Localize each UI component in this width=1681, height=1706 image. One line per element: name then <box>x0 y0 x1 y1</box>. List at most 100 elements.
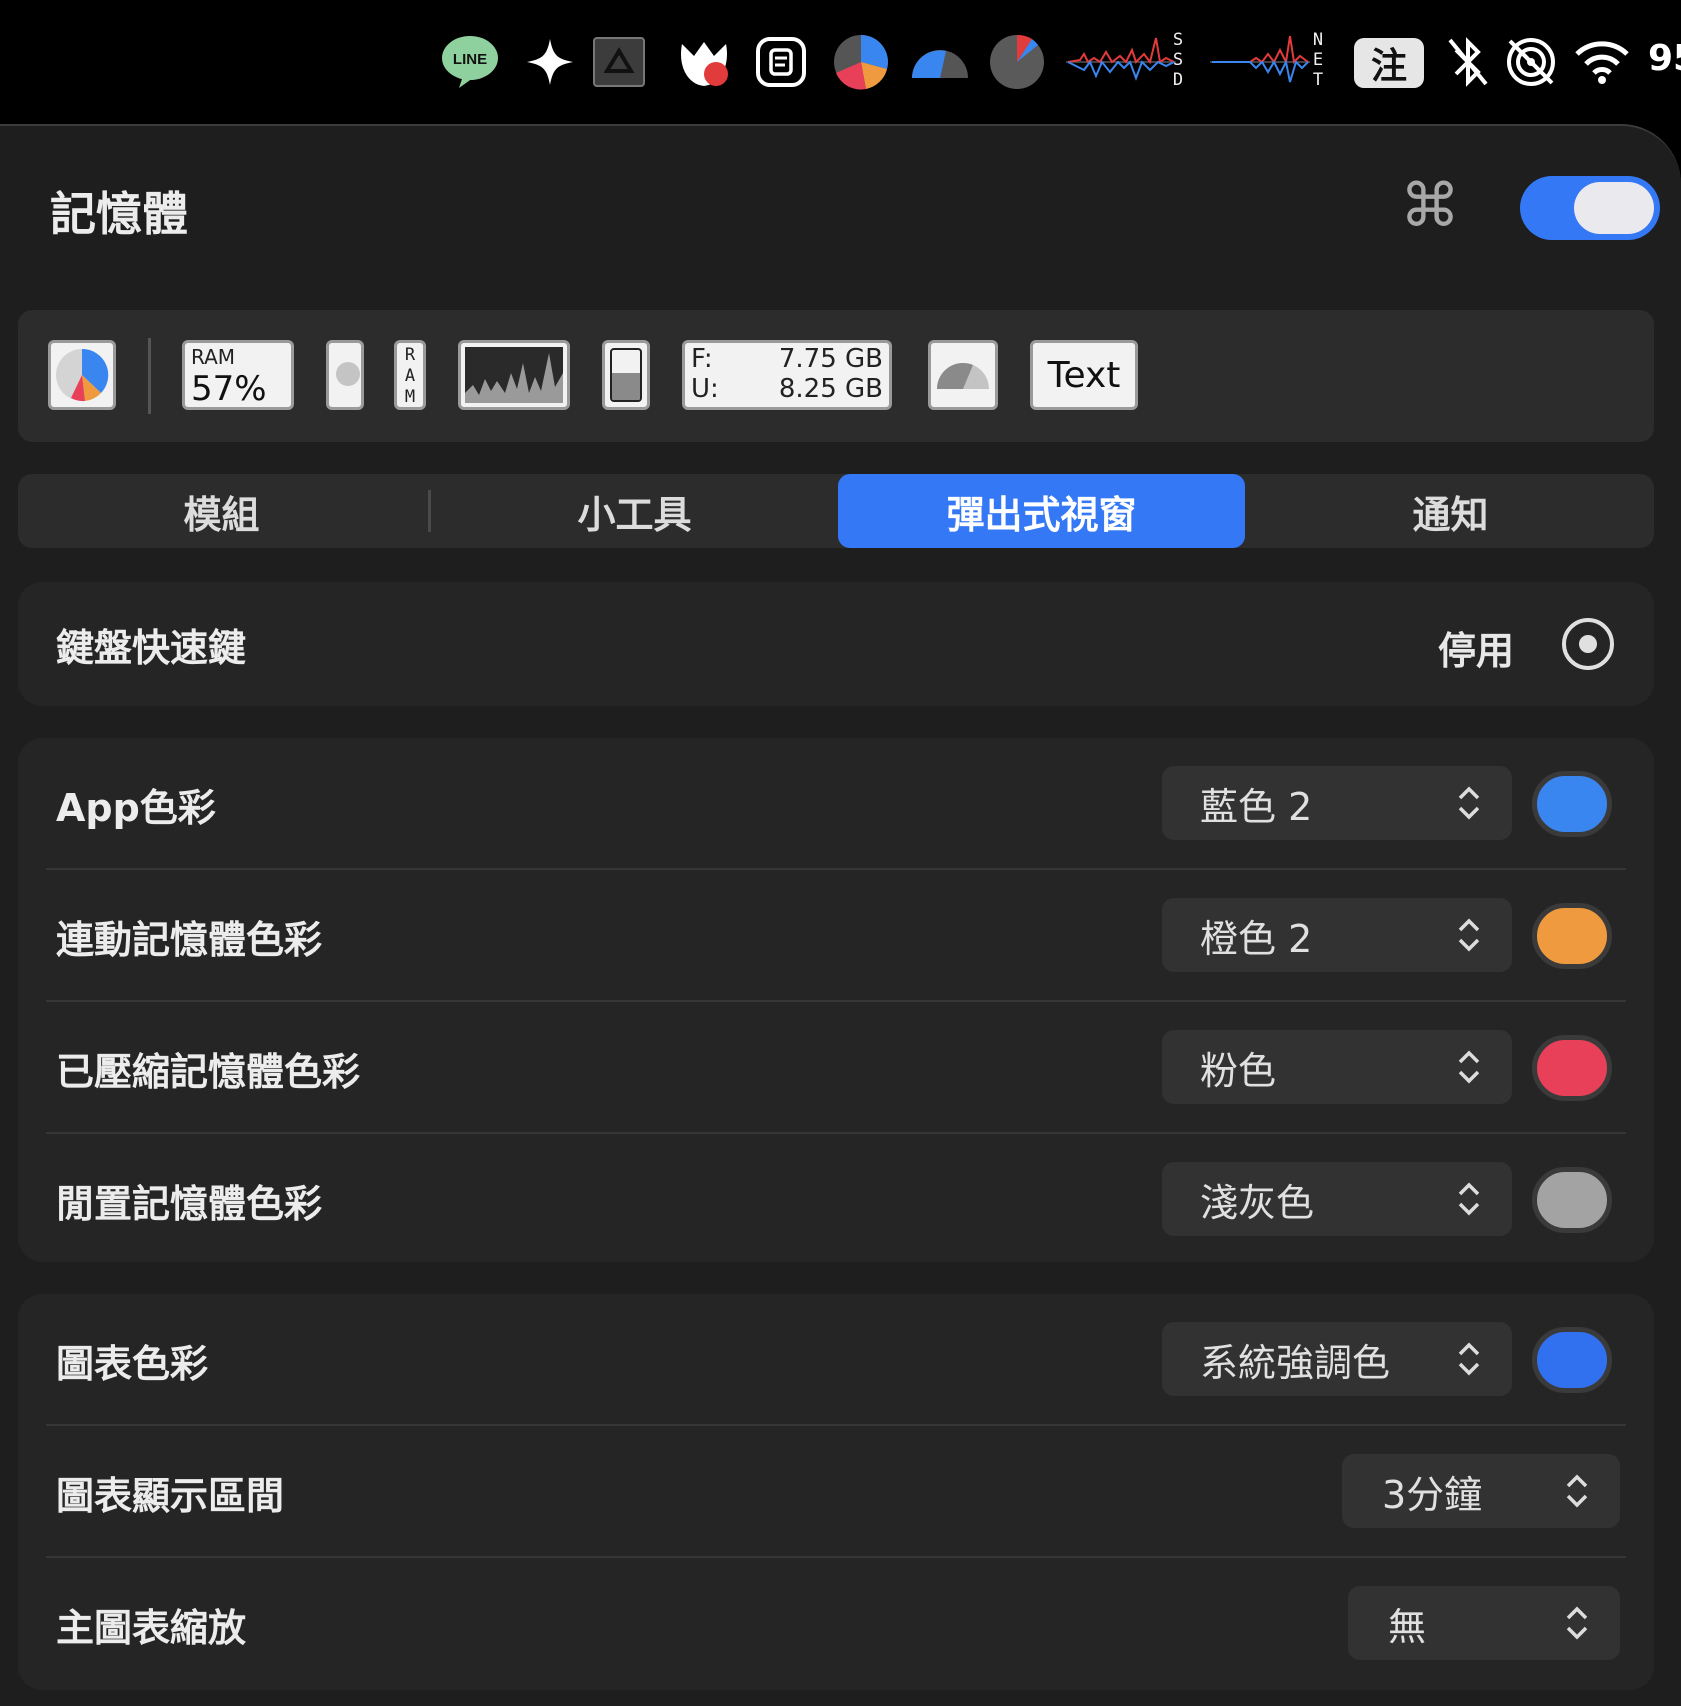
pie-chart-icon[interactable] <box>832 34 890 90</box>
ram-vertical-label: R A M <box>397 345 423 407</box>
compressed-color-label: 已壓縮記憶體色彩 <box>56 1049 361 1094</box>
widget-pie-chart[interactable] <box>48 340 116 410</box>
app-color-value: 藍色 2 <box>1200 784 1313 829</box>
chevron-up-down-icon <box>1458 1050 1480 1084</box>
chart-color-value: 系統強調色 <box>1200 1340 1391 1385</box>
setting-row-app-color: App色彩 藍色 2 <box>18 738 1654 870</box>
free-label: F: <box>691 344 713 374</box>
free-row: F: 7.75 GB <box>691 344 883 374</box>
net-letter: N <box>1312 30 1324 50</box>
widget-ram-percentage[interactable]: RAM 57% <box>182 340 294 410</box>
ssd-letter: S <box>1172 50 1184 70</box>
toggle-knob <box>1574 182 1654 234</box>
app-color-swatch[interactable] <box>1532 771 1612 837</box>
page-title: 記憶體 <box>50 187 188 241</box>
widget-dot[interactable] <box>326 340 364 410</box>
bar-fill <box>612 372 640 400</box>
bluetooth-off-icon[interactable] <box>1444 34 1492 90</box>
pie-chart-dark-icon[interactable] <box>988 34 1046 90</box>
chart-range-select[interactable]: 3分鐘 <box>1342 1454 1620 1528</box>
colors-group: App色彩 藍色 2 連動記憶體色彩 橙色 2 已壓縮記憶體色彩 粉色 閒置記憶… <box>18 738 1654 1262</box>
free-color-swatch[interactable] <box>1532 1167 1612 1233</box>
pie-chart-icon <box>56 348 109 402</box>
network-activity-icon[interactable] <box>1210 34 1310 90</box>
shortcut-record-button[interactable] <box>1562 618 1614 670</box>
setting-row-wired-color: 連動記憶體色彩 橙色 2 <box>18 870 1654 1002</box>
half-gauge-icon[interactable] <box>910 34 970 90</box>
ram-letter: R <box>404 345 416 365</box>
bar-frame <box>610 348 642 402</box>
chart-zoom-select[interactable]: 無 <box>1348 1586 1620 1660</box>
widget-strip: RAM 57% R A M F: 7.75 GB U: 8.25 GB Text <box>18 310 1654 442</box>
chart-zoom-label: 主圖表縮放 <box>56 1605 247 1650</box>
widget-text[interactable]: Text <box>1030 340 1138 410</box>
compressed-color-swatch[interactable] <box>1532 1035 1612 1101</box>
tab-module[interactable]: 模組 <box>18 474 425 548</box>
clipboard-icon[interactable] <box>754 34 808 90</box>
chevron-up-down-icon <box>1458 1342 1480 1376</box>
line-icon[interactable]: LINE <box>440 34 500 90</box>
chart-range-value: 3分鐘 <box>1382 1472 1483 1517</box>
setting-row-chart-range: 圖表顯示區間 3分鐘 <box>18 1426 1654 1558</box>
compressed-color-value: 粉色 <box>1200 1048 1277 1093</box>
net-label: N E T <box>1308 30 1328 90</box>
app-color-label: App色彩 <box>56 785 216 830</box>
widget-free-used[interactable]: F: 7.75 GB U: 8.25 GB <box>682 340 892 410</box>
chart-group: 圖表色彩 系統強調色 圖表顯示區間 3分鐘 主圖表縮放 無 <box>18 1294 1654 1690</box>
used-value: 8.25 GB <box>778 374 883 404</box>
free-value: 7.75 GB <box>778 344 883 374</box>
chevron-up-down-icon <box>1458 918 1480 952</box>
input-method-indicator[interactable]: 注 <box>1354 38 1424 88</box>
setting-row-chart-zoom: 主圖表縮放 無 <box>18 1558 1654 1690</box>
wifi-icon[interactable] <box>1574 34 1630 90</box>
airdrop-off-icon[interactable] <box>1502 34 1560 90</box>
widget-line-chart[interactable] <box>458 340 570 410</box>
ssd-letter: D <box>1172 70 1184 90</box>
menu-bar: LINE S S D N E T 注 9 <box>0 0 1681 124</box>
widget-gauge[interactable] <box>928 340 998 410</box>
line-text: LINE <box>453 51 487 68</box>
tab-popup[interactable]: 彈出式視窗 <box>838 474 1245 548</box>
shortcut-group: 鍵盤快速鍵 停用 <box>18 582 1654 706</box>
free-color-value: 淺灰色 <box>1200 1180 1315 1225</box>
keyboard-shortcut-value[interactable]: 停用 <box>1438 620 1514 675</box>
chart-color-swatch[interactable] <box>1532 1327 1612 1393</box>
settings-window: 記憶體 ⌘ RAM 57% R A M F: 7.75 GB U: 8.25 G… <box>0 124 1681 1706</box>
widget-separator <box>148 338 151 414</box>
module-enable-toggle[interactable] <box>1520 176 1660 240</box>
widget-bar[interactable] <box>602 340 650 410</box>
line-chart-icon <box>465 347 563 403</box>
ssd-label: S S D <box>1168 30 1188 90</box>
dot-indicator <box>336 362 360 386</box>
chart-zoom-value: 無 <box>1388 1604 1427 1649</box>
net-letter: T <box>1312 70 1324 90</box>
chevron-up-down-icon <box>1458 1182 1480 1216</box>
keyboard-shortcut-label: 鍵盤快速鍵 <box>56 625 247 670</box>
app-color-select[interactable]: 藍色 2 <box>1162 766 1512 840</box>
wired-color-swatch[interactable] <box>1532 903 1612 969</box>
compressed-color-select[interactable]: 粉色 <box>1162 1030 1512 1104</box>
used-label: U: <box>691 374 719 404</box>
tab-bar: 模組 小工具 彈出式視窗 通知 <box>18 474 1654 548</box>
command-icon[interactable]: ⌘ <box>1400 176 1460 236</box>
wired-color-select[interactable]: 橙色 2 <box>1162 898 1512 972</box>
ram-value: 57% <box>191 369 267 409</box>
tab-notifications[interactable]: 通知 <box>1247 474 1654 548</box>
widget-ram-vertical[interactable]: R A M <box>394 340 426 410</box>
gauge-icon <box>937 363 989 389</box>
battery-percentage[interactable]: 95 <box>1648 38 1681 79</box>
wired-color-value: 橙色 2 <box>1200 916 1313 961</box>
drive-icon[interactable] <box>592 34 646 90</box>
ssd-letter: S <box>1172 30 1184 50</box>
ram-letter: A <box>404 366 416 386</box>
chart-color-select[interactable]: 系統強調色 <box>1162 1322 1512 1396</box>
sparkle-icon[interactable] <box>522 34 578 90</box>
disk-activity-icon[interactable] <box>1066 34 1176 90</box>
antivirus-icon[interactable] <box>676 34 734 90</box>
chart-range-label: 圖表顯示區間 <box>56 1473 285 1518</box>
free-color-select[interactable]: 淺灰色 <box>1162 1162 1512 1236</box>
chevron-up-down-icon <box>1566 1474 1588 1508</box>
chart-color-label: 圖表色彩 <box>56 1341 209 1386</box>
record-dot <box>1579 635 1597 653</box>
tab-widgets[interactable]: 小工具 <box>431 474 838 548</box>
